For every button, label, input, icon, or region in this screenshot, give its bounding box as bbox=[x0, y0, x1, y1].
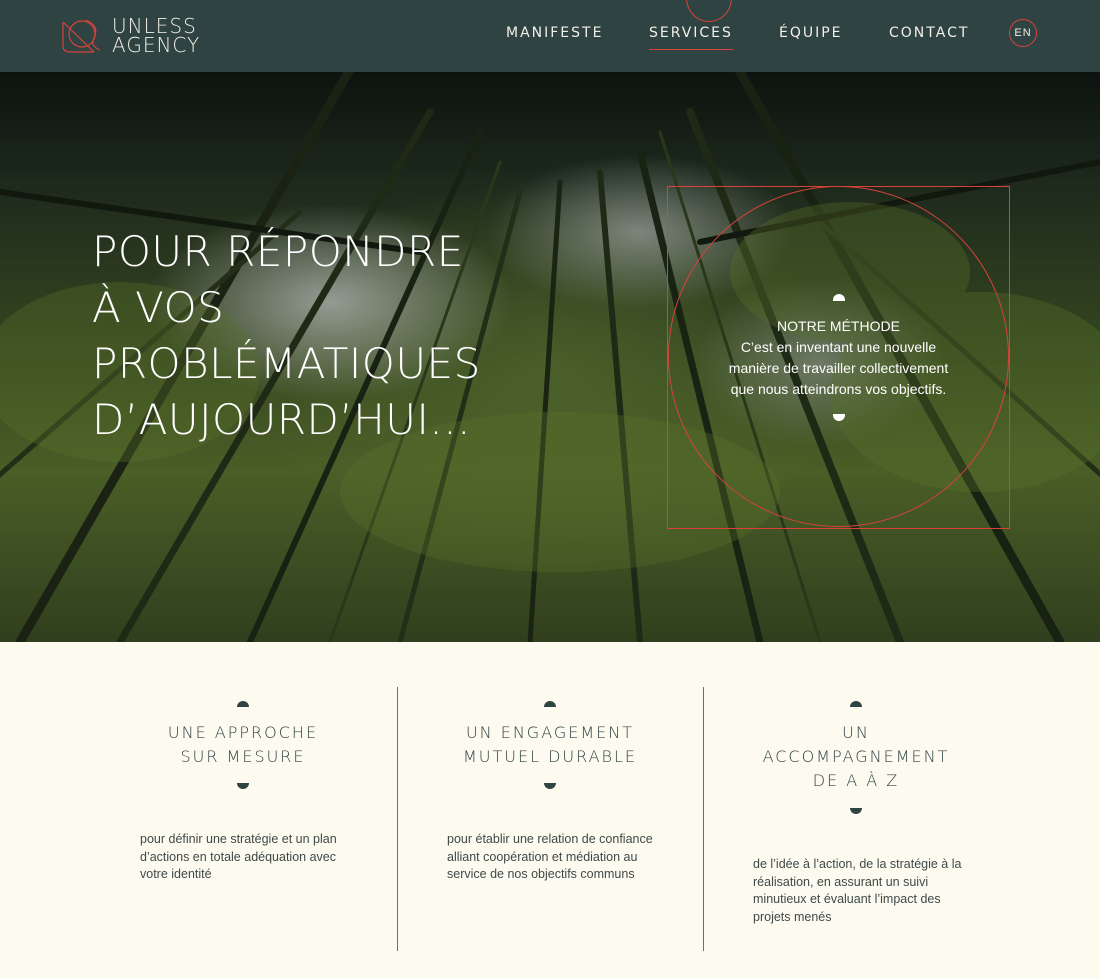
feature-2-body-line-2: alliant coopération et médiation au bbox=[447, 849, 638, 864]
nav-item-manifeste[interactable]: MANIFESTE bbox=[506, 25, 603, 41]
method-line-1: C’est en inventant une nouvelle bbox=[740, 339, 937, 355]
feature-3-cap-bottom-icon bbox=[850, 808, 862, 814]
nav-item-equipe[interactable]: ÉQUIPE bbox=[779, 25, 843, 41]
logo-mark-icon bbox=[62, 19, 101, 53]
feature-3-body-line-1: de l’idée à l’action, de la stratégie à … bbox=[753, 857, 962, 871]
feature-2-cap-bottom-icon bbox=[544, 783, 556, 789]
feature-2-cap-top-icon bbox=[544, 701, 556, 707]
language-switch-button[interactable]: EN bbox=[1009, 19, 1037, 47]
feature-1-body-line-3: votre identité bbox=[140, 867, 212, 881]
feature-1-cap-top-icon bbox=[237, 701, 249, 707]
hero-title-line-2: À VOS bbox=[92, 283, 225, 332]
brand-wordmark: UNLESS AGENCY bbox=[112, 16, 201, 57]
feature-3-title-line-1: UN bbox=[842, 723, 870, 742]
brand-logo[interactable]: UNLESS AGENCY bbox=[60, 14, 210, 58]
feature-2-body-line-3: service de nos objectifs communs bbox=[447, 867, 635, 881]
feature-1-title: UNE APPROCHE SUR MESURE bbox=[143, 721, 343, 769]
feature-3-title: UN ACCOMPAGNEMENT DE A À Z bbox=[746, 721, 966, 793]
nav-item-services[interactable]: SERVICES bbox=[649, 25, 733, 50]
hero-title: POUR RÉPONDRE À VOS PROBLÉMATIQUES D’AUJ… bbox=[92, 224, 481, 448]
feature-3-body: de l’idée à l’action, de la stratégie à … bbox=[753, 856, 993, 926]
top-navbar: UNLESS AGENCY MANIFESTE SERVICES ÉQUIPE … bbox=[0, 0, 1100, 72]
method-heading: NOTRE MÉTHODE bbox=[777, 318, 900, 334]
nav-item-contact[interactable]: CONTACT bbox=[889, 25, 969, 41]
feature-2-body-line-1: pour établir une relation de confiance bbox=[447, 832, 653, 846]
feature-1-title-line-1: UNE APPROCHE bbox=[167, 723, 319, 742]
hero-title-line-3: PROBLÉMATIQUES bbox=[92, 339, 481, 388]
hero-title-line-1: POUR RÉPONDRE bbox=[92, 227, 464, 276]
feature-3-body-line-2: réalisation, en assurant un suivi bbox=[753, 874, 929, 889]
hero-title-line-4: D’AUJOURD’HUI... bbox=[92, 395, 471, 444]
feature-1-cap-bottom-icon bbox=[237, 783, 249, 789]
feature-3-title-line-2: ACCOMPAGNEMENT bbox=[762, 747, 950, 766]
feature-2-title-line-1: UN ENGAGEMENT bbox=[465, 723, 635, 742]
method-line-3: que nous atteindrons vos objectifs. bbox=[730, 381, 947, 397]
method-text: NOTRE MÉTHODE C’est en inventant une nou… bbox=[700, 316, 977, 400]
feature-3-cap-top-icon bbox=[850, 701, 862, 707]
brand-line-2: AGENCY bbox=[112, 33, 201, 57]
feature-1-body: pour définir une stratégie et un plan d’… bbox=[140, 831, 380, 884]
feature-1-body-line-1: pour définir une stratégie et un plan bbox=[140, 832, 337, 846]
feature-1-title-line-2: SUR MESURE bbox=[180, 747, 306, 766]
feature-2-title: UN ENGAGEMENT MUTUEL DURABLE bbox=[440, 721, 660, 769]
feature-1-body-line-2: d’actions en totale adéquation avec bbox=[140, 849, 336, 864]
feature-2-title-line-2: MUTUEL DURABLE bbox=[462, 747, 638, 766]
hero-banner: POUR RÉPONDRE À VOS PROBLÉMATIQUES D’AUJ… bbox=[0, 72, 1100, 642]
feature-3-title-line-3: DE A À Z bbox=[812, 771, 900, 790]
method-cap-top-icon bbox=[833, 294, 845, 301]
feature-3-body-line-3: minutieux et évaluant l’impact des bbox=[753, 892, 941, 906]
column-divider-1 bbox=[397, 687, 398, 951]
active-nav-arc bbox=[686, 0, 732, 22]
feature-2-body: pour établir une relation de confiance a… bbox=[447, 831, 687, 884]
method-line-2: manière de travailler collectivement bbox=[728, 360, 949, 376]
column-divider-2 bbox=[703, 687, 704, 951]
feature-3-body-line-4: projets menés bbox=[753, 909, 832, 924]
